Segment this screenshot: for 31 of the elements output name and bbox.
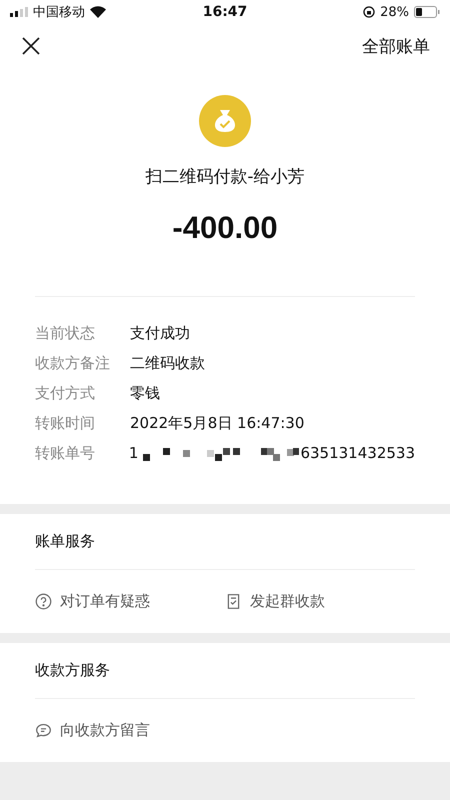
- detail-label: 转账单号: [35, 443, 96, 464]
- detail-value: 635131432533: [300, 443, 415, 464]
- service-link[interactable]: 对订单有疑惑: [35, 592, 225, 611]
- detail-value: 1: [128, 443, 138, 464]
- message-icon: [35, 722, 52, 739]
- battery-icon: [414, 6, 440, 18]
- detail-label: 支付方式: [35, 383, 96, 404]
- question-icon: [35, 593, 52, 610]
- service-link[interactable]: 发起群收款: [225, 592, 415, 611]
- detail-value: 二维码收款: [130, 353, 205, 374]
- money-bag-icon: [199, 95, 251, 147]
- service-link[interactable]: 向收款方留言: [35, 721, 235, 740]
- section-title: 账单服务: [34, 531, 96, 552]
- detail-label: 转账时间: [35, 413, 96, 434]
- payment-title: 扫二维码付款-给小芳: [145, 166, 305, 188]
- all-bills-link[interactable]: 全部账单: [362, 34, 430, 58]
- section-title: 收款方服务: [34, 660, 111, 681]
- payment-amount: -400.00: [172, 210, 278, 246]
- detail-value: 2022年5月8日 16:47:30: [130, 413, 304, 434]
- detail-value: 零钱: [130, 383, 160, 404]
- battery-percent: 28%: [380, 4, 410, 20]
- detail-value: 支付成功: [130, 323, 190, 344]
- signal-icon: [10, 7, 28, 17]
- carrier-name: 中国移动: [33, 4, 85, 21]
- document-icon: [225, 593, 242, 610]
- orientation-lock-icon: [363, 6, 376, 18]
- wifi-icon: [90, 6, 106, 18]
- detail-label: 收款方备注: [35, 353, 111, 374]
- close-button[interactable]: [22, 37, 40, 55]
- detail-label: 当前状态: [35, 323, 96, 344]
- status-time: 16:47: [202, 4, 248, 20]
